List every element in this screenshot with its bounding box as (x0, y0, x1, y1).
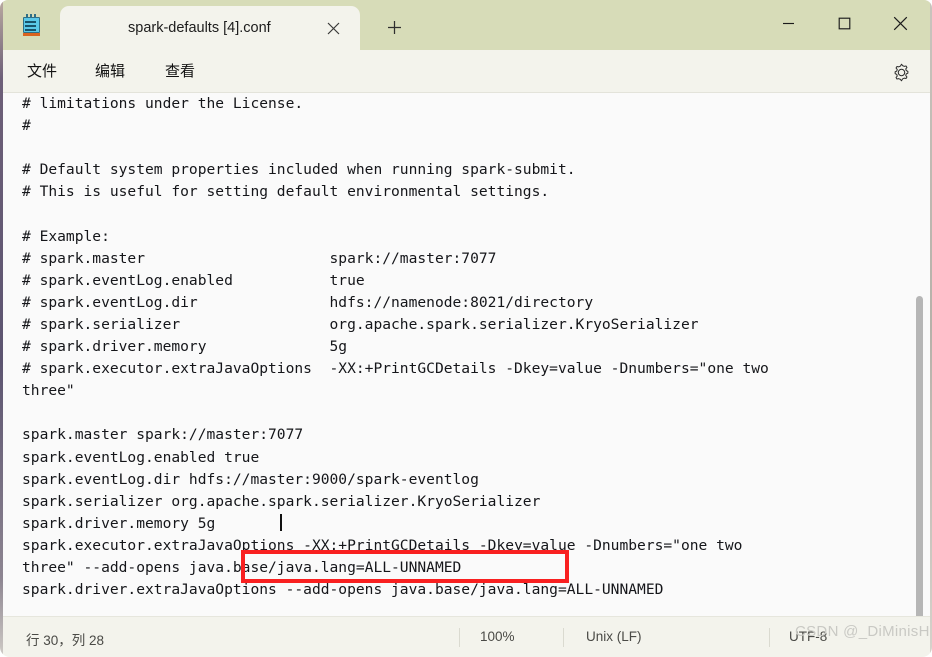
cursor-position-status[interactable]: 行 30，列 28 (26, 629, 104, 649)
editor-line: # Example: (22, 227, 110, 245)
editor-line: spark.eventLog.enabled true (22, 448, 260, 466)
vertical-scrollbar[interactable] (914, 93, 927, 616)
editor-line: # limitations under the License. (22, 95, 304, 112)
tab-spark-defaults[interactable]: spark-defaults [4].conf (60, 6, 360, 50)
tab-title: spark-defaults [4].conf (128, 20, 271, 36)
editor-content[interactable]: # limitations under the License. # # Defa… (22, 93, 769, 601)
zoom-level-status[interactable]: 100% (480, 629, 515, 644)
editor-line: # (22, 117, 31, 135)
close-button[interactable] (872, 0, 928, 46)
minimize-button[interactable] (760, 0, 816, 46)
new-tab-button[interactable] (378, 11, 410, 43)
text-editor-area[interactable]: # limitations under the License. # # Defa… (3, 93, 930, 616)
close-icon[interactable] (320, 15, 346, 41)
editor-line: # Default system properties included whe… (22, 161, 576, 179)
window-controls (760, 0, 928, 50)
status-divider (563, 628, 564, 647)
editor-line: spark.master spark://master:7077 (22, 426, 304, 444)
status-divider (769, 628, 770, 647)
notepad-icon (20, 13, 44, 37)
text-caret (280, 514, 282, 531)
status-bar: 行 30，列 28 100% Unix (LF) UTF-8 (3, 616, 930, 657)
editor-line: # spark.executor.extraJavaOptions -XX:+P… (22, 360, 769, 378)
menu-item-file[interactable]: 文件 (21, 59, 63, 85)
editor-line: # spark.driver.memory 5g (22, 338, 348, 356)
menu-bar: 文件 编辑 查看 (3, 50, 930, 93)
editor-line: spark.driver.extraJavaOptions --add-open… (22, 581, 664, 599)
editor-line: # spark.eventLog.dir hdfs://namenode:802… (22, 293, 594, 311)
scrollbar-thumb[interactable] (916, 296, 923, 616)
editor-line: # spark.serializer org.apache.spark.seri… (22, 315, 699, 333)
maximize-button[interactable] (816, 0, 872, 46)
watermark: CSDN @_DiMinisH (795, 623, 930, 640)
editor-line: three" --add-opens java.base/java.lang=A… (22, 558, 462, 576)
editor-line: # spark.master spark://master:7077 (22, 249, 497, 267)
menu-item-view[interactable]: 查看 (159, 59, 201, 85)
title-bar: spark-defaults [4].conf (3, 0, 930, 50)
menu-item-edit[interactable]: 编辑 (89, 59, 131, 85)
notepad-window: spark-defaults [4].conf 文件 编辑 查看 # limit… (0, 0, 932, 657)
editor-line: spark.executor.extraJavaOptions -XX:+Pri… (22, 536, 743, 554)
editor-line: three" (22, 382, 75, 400)
editor-line: spark.eventLog.dir hdfs://master:9000/sp… (22, 470, 479, 488)
status-divider (459, 628, 460, 647)
editor-line: spark.serializer org.apache.spark.serial… (22, 492, 541, 510)
gear-icon[interactable] (888, 59, 914, 85)
editor-line: spark.driver.memory 5g (22, 514, 216, 532)
editor-line: # This is useful for setting default env… (22, 183, 550, 201)
editor-line: # spark.eventLog.enabled true (22, 271, 365, 289)
line-ending-status[interactable]: Unix (LF) (586, 629, 642, 644)
